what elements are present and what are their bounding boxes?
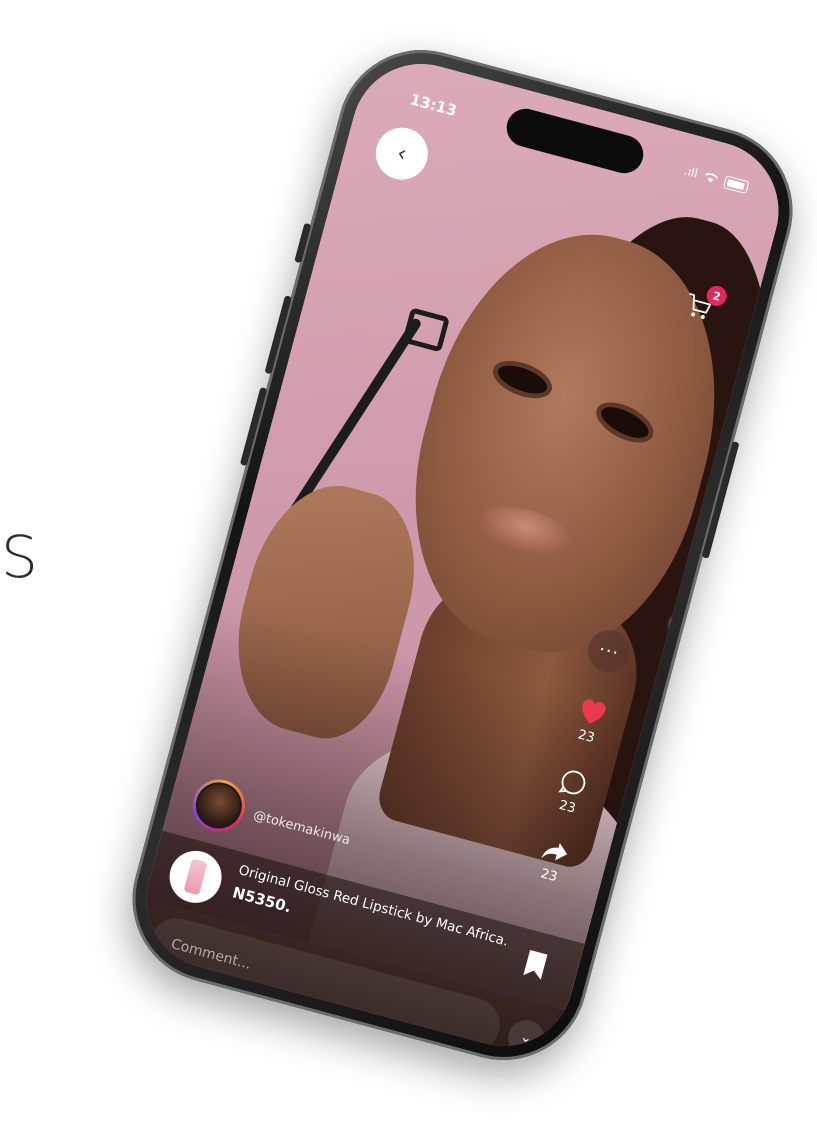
heart-icon	[582, 699, 606, 724]
product-thumbnail[interactable]	[163, 845, 228, 909]
like-count: 23	[576, 727, 597, 747]
like-button[interactable]: 23	[569, 692, 613, 748]
author-handle[interactable]: @tokemakinwa	[252, 808, 352, 848]
comment-button[interactable]: 23	[552, 765, 591, 818]
bookmark-icon[interactable]	[520, 947, 551, 982]
comment-count: 23	[557, 797, 578, 817]
share-button[interactable]: 23	[533, 836, 572, 887]
phone-mockup: 13:13 .ıll ‹ 2 ··· 23 23 23 @tokemakinwa…	[113, 31, 812, 1079]
wifi-icon	[705, 173, 718, 183]
side-heading-fragment: S	[1, 523, 38, 591]
share-icon	[541, 842, 568, 861]
comment-icon	[558, 770, 586, 795]
